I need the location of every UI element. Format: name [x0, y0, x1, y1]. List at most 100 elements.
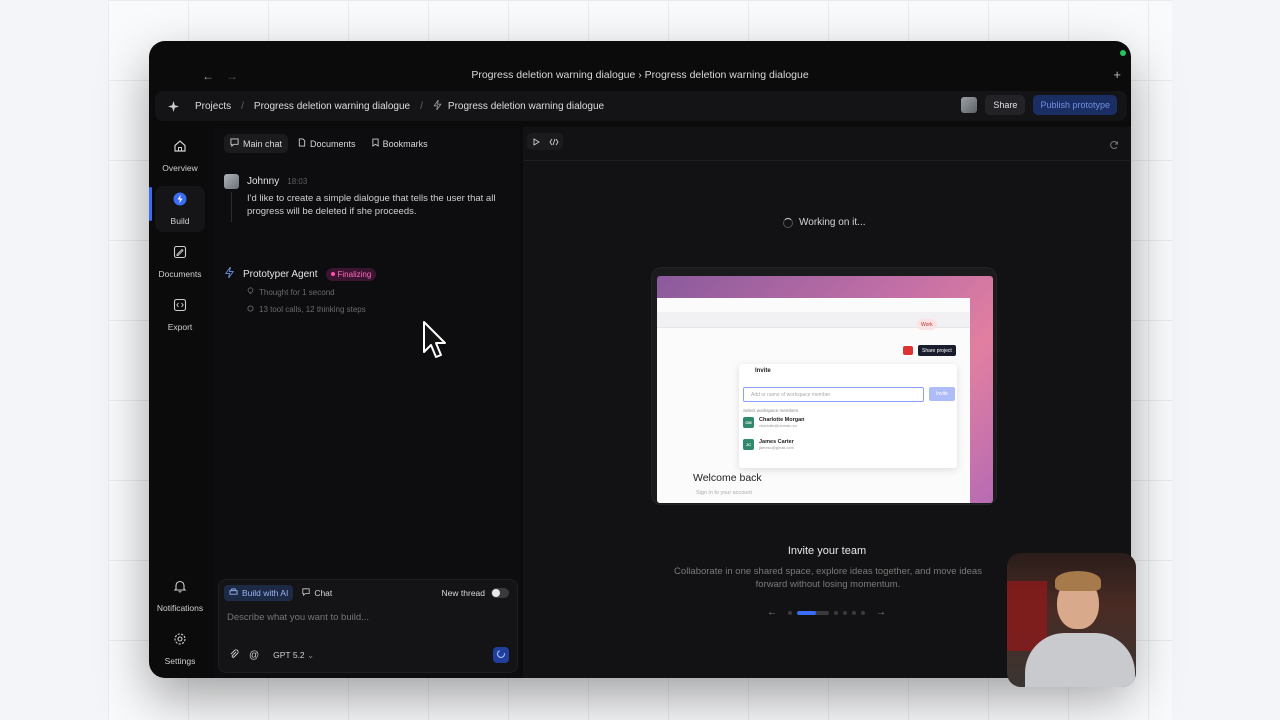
new-thread-label: New thread — [441, 588, 485, 598]
mock-member-row: CM Charlotte Morgan charlotte@domain.co — [743, 417, 805, 428]
mock-share-project-button: Share project — [918, 345, 956, 356]
breadcrumb-projects[interactable]: Projects — [195, 101, 231, 112]
user-avatar[interactable] — [961, 97, 978, 113]
model-label: GPT 5.2 — [273, 649, 305, 660]
preview-toolbar — [527, 133, 563, 150]
bolt-icon — [173, 192, 187, 211]
document-icon — [298, 138, 306, 149]
message-author: Johnny — [247, 176, 280, 187]
mock-member-email: charlotte@domain.co — [759, 423, 797, 428]
chat-bubble-icon — [230, 138, 239, 149]
tool-calls-text: 13 tool calls, 12 thinking steps — [259, 305, 366, 314]
tab-main-chat[interactable]: Main chat — [224, 134, 289, 153]
new-tab-plus-icon[interactable]: + — [1113, 67, 1121, 82]
sidebar-item-documents[interactable]: Documents — [155, 239, 205, 285]
mock-member-avatar: JC — [743, 439, 754, 450]
status-badge-text: Finalizing — [337, 269, 372, 279]
lightbulb-icon — [247, 287, 254, 297]
user-message: Johnny 18:03 I'd like to create a simple… — [224, 174, 514, 222]
thought-text: Thought for 1 second — [259, 287, 335, 297]
prev-arrow-icon[interactable]: ← — [767, 607, 777, 618]
pager-dot[interactable] — [852, 610, 856, 615]
mention-icon[interactable]: @ — [249, 650, 259, 661]
breadcrumb-separator: / — [420, 100, 423, 112]
share-button[interactable]: Share — [985, 95, 1026, 115]
mock-invite-card: Invite Add or name of workspace member I… — [739, 364, 957, 468]
tab-label: Bookmarks — [382, 138, 428, 149]
mock-invite-button: Invite — [929, 387, 955, 401]
sidebar-item-label: Notifications — [156, 603, 204, 613]
sidebar-item-settings[interactable]: Settings — [155, 626, 205, 672]
message-text: I'd like to create a simple dialogue tha… — [247, 193, 496, 217]
code-view-icon[interactable] — [548, 133, 559, 151]
chat-tabs: Main chat Documents Bookmarks — [224, 134, 434, 153]
chat-mode-toggle[interactable]: Chat — [297, 585, 337, 601]
loading-spinner-icon — [783, 217, 793, 228]
tab-documents[interactable]: Documents — [292, 134, 362, 153]
working-text: Working on it... — [799, 217, 866, 228]
gear-icon — [173, 632, 187, 651]
pager-dot[interactable] — [843, 610, 847, 615]
webcam-overlay — [1007, 553, 1136, 687]
thought-row[interactable]: Thought for 1 second — [247, 287, 335, 297]
mock-member-avatar: CM — [743, 417, 754, 428]
sidebar-item-label: Export — [167, 322, 193, 332]
sidebar: Overview Build Documents Export Notifica… — [149, 127, 211, 678]
send-button[interactable] — [493, 647, 509, 663]
pager-dot[interactable] — [834, 610, 838, 615]
pager-active-dot[interactable] — [797, 610, 829, 615]
home-icon — [173, 139, 187, 158]
paperclip-icon[interactable] — [229, 649, 239, 661]
thread-line — [231, 192, 232, 222]
mock-member-email: jamesc@gmail.com — [759, 445, 794, 450]
chat-panel: Main chat Documents Bookmarks Johnny 18:… — [214, 127, 520, 678]
sidebar-item-overview[interactable]: Overview — [155, 133, 205, 179]
new-thread-switch[interactable]: New thread — [442, 588, 509, 598]
sidebar-item-label: Settings — [164, 656, 196, 666]
mock-red-avatar — [903, 346, 913, 355]
agent-name: Prototyper Agent — [243, 268, 318, 280]
tab-label: Documents — [310, 138, 356, 149]
sidebar-item-label: Documents — [158, 269, 202, 279]
message-time: 18:03 — [287, 177, 308, 186]
bell-icon — [173, 579, 187, 598]
title-bar: ← → Progress deletion warning dialogue ›… — [149, 41, 1131, 83]
pager-dot[interactable] — [861, 610, 865, 615]
chat-mode-label: Chat — [314, 588, 333, 598]
sidebar-item-notifications[interactable]: Notifications — [155, 573, 205, 619]
ai-build-icon — [229, 588, 238, 598]
sidebar-item-build[interactable]: Build — [155, 186, 205, 232]
status-badge: Finalizing — [325, 267, 377, 281]
build-with-ai-label: Build with AI — [242, 588, 289, 598]
tool-calls-row[interactable]: 13 tool calls, 12 thinking steps — [247, 305, 366, 314]
circle-progress-icon — [247, 305, 254, 314]
refresh-icon[interactable] — [1109, 137, 1119, 155]
breadcrumb: Projects / Progress deletion warning dia… — [155, 91, 1127, 121]
model-selector[interactable]: GPT 5.2 ⌄ — [273, 650, 314, 661]
tab-bookmarks[interactable]: Bookmarks — [366, 134, 434, 153]
agent-header: Prototyper Agent Finalizing — [224, 265, 377, 283]
app-window: ← → Progress deletion warning dialogue ›… — [149, 41, 1131, 678]
divider — [523, 160, 1131, 161]
build-with-ai-toggle[interactable]: Build with AI — [224, 585, 294, 601]
publish-prototype-button[interactable]: Publish prototype — [1033, 95, 1117, 115]
composer: Build with AI Chat New thread @ GPT 5.2 … — [218, 579, 518, 673]
prompt-input[interactable] — [227, 612, 507, 623]
pager-dot[interactable] — [788, 610, 792, 615]
breadcrumb-project[interactable]: Progress deletion warning dialogue — [254, 101, 410, 112]
chat-icon — [302, 588, 310, 598]
mock-select-label: Select workspace members — [743, 408, 799, 413]
next-arrow-icon[interactable]: → — [876, 607, 886, 618]
sidebar-item-label: Overview — [162, 163, 198, 173]
sidebar-item-export[interactable]: Export — [155, 292, 205, 338]
window-title: Progress deletion warning dialogue › Pro… — [471, 69, 809, 81]
breadcrumb-prototype[interactable]: Progress deletion warning dialogue — [448, 101, 604, 112]
mouse-cursor-icon — [422, 320, 448, 365]
mock-invite-input: Add or name of workspace member — [743, 387, 924, 402]
mock-welcome-heading: Welcome back — [693, 472, 762, 484]
play-icon[interactable] — [532, 133, 540, 151]
toggle-switch[interactable] — [491, 588, 509, 598]
bolt-icon — [433, 99, 442, 113]
app-logo-icon[interactable] — [167, 100, 179, 112]
edit-document-icon — [173, 245, 187, 264]
